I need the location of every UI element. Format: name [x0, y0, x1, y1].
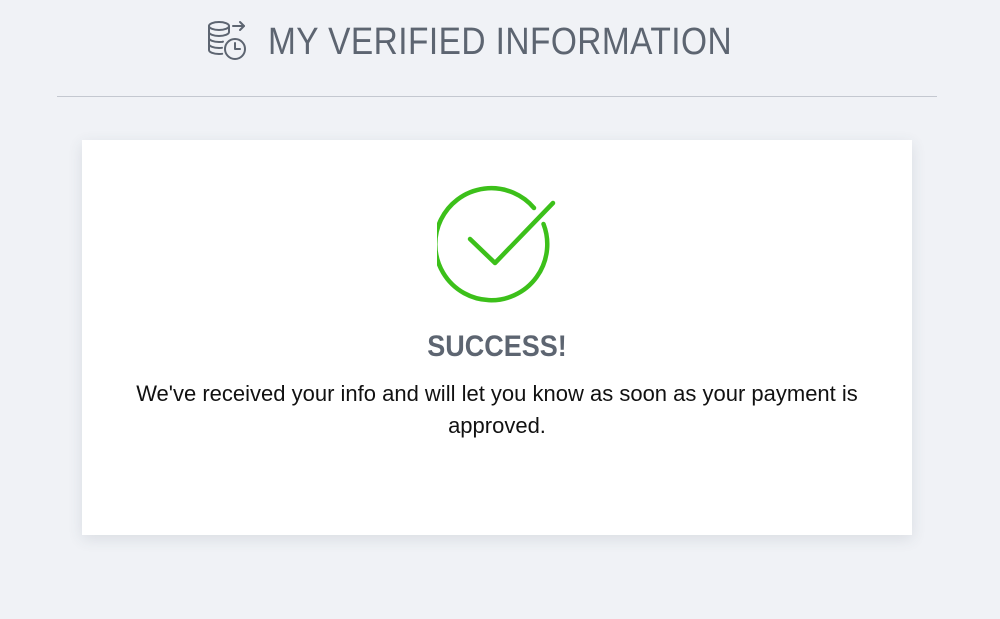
coins-clock-icon	[204, 18, 250, 64]
success-card: SUCCESS! We've received your info and wi…	[82, 140, 912, 535]
success-heading: SUCCESS!	[427, 330, 567, 363]
page-header: MY VERIFIED INFORMATION	[0, 0, 1000, 90]
header-divider	[57, 96, 937, 97]
page-title: MY VERIFIED INFORMATION	[268, 20, 733, 63]
success-message: We've received your info and will let yo…	[136, 381, 858, 438]
check-circle-icon	[433, 182, 562, 307]
